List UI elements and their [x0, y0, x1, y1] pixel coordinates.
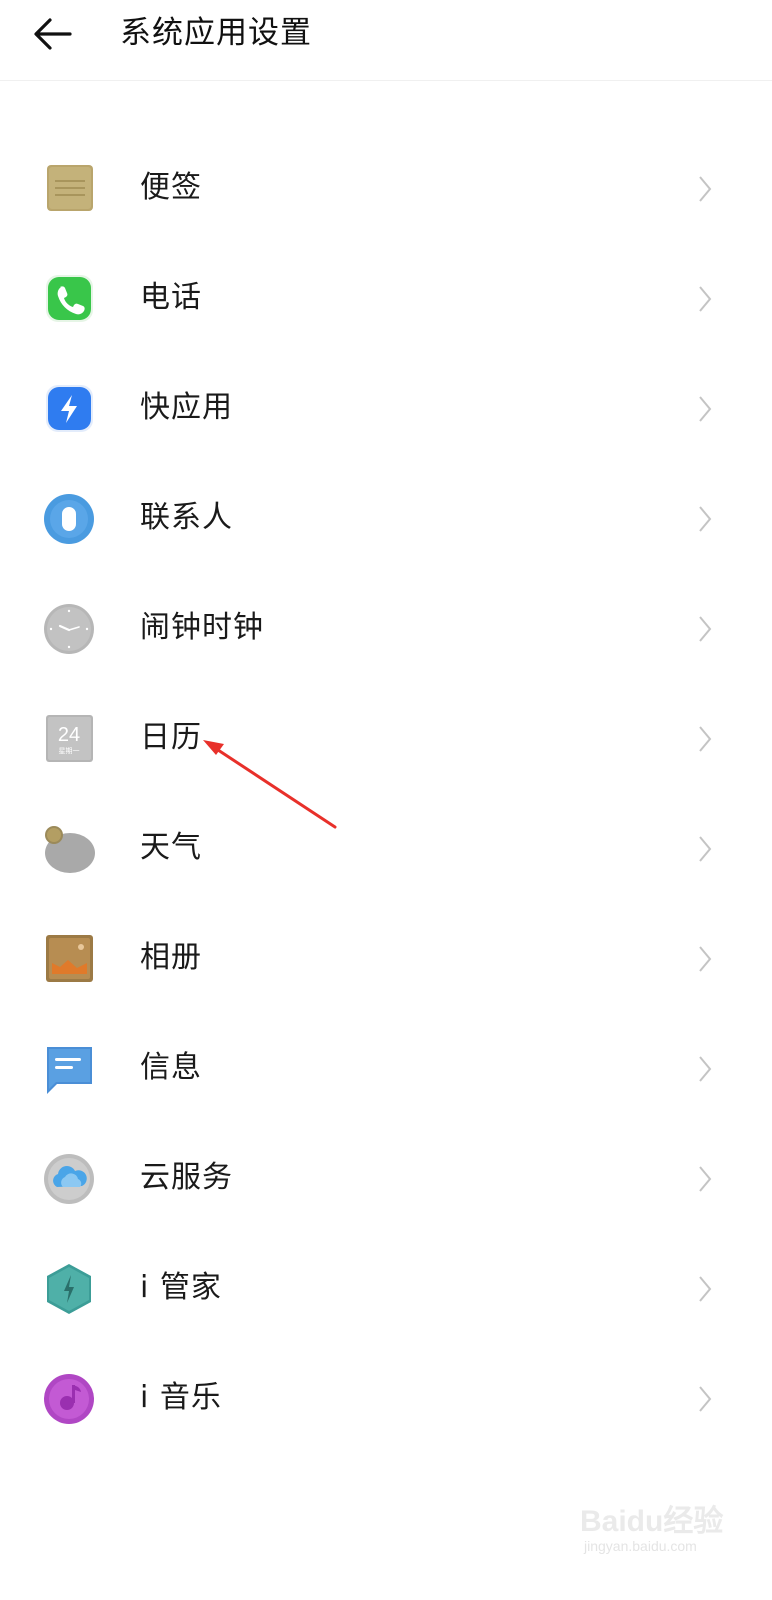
chevron-right-icon [699, 1386, 712, 1412]
list-item-i-music[interactable]: i 音乐 [0, 1344, 772, 1454]
messages-icon [43, 1043, 95, 1095]
chevron-right-icon [699, 1056, 712, 1082]
list-item-i-manager[interactable]: i 管家 [0, 1234, 772, 1344]
list-item-label: 联系人 [140, 500, 233, 535]
chevron-right-icon [699, 176, 712, 202]
list-item-messages[interactable]: 信息 [0, 1014, 772, 1124]
watermark-main: Baidu经验 [580, 1505, 724, 1538]
list-item-clock[interactable]: 闹钟时钟 [0, 574, 772, 684]
gallery-icon [43, 933, 95, 985]
page-title: 系统应用设置 [120, 15, 312, 51]
chevron-right-icon [699, 506, 712, 532]
phone-icon [43, 273, 95, 325]
list-item-weather[interactable]: 天气 [0, 794, 772, 904]
list-item-calendar[interactable]: 24 星期一 日历 [0, 684, 772, 794]
calendar-icon-day: 24 [58, 724, 80, 746]
chevron-right-icon [699, 286, 712, 312]
list-item-notes[interactable]: 便签 [0, 134, 772, 244]
clock-icon [43, 603, 95, 655]
list-item-label: 闹钟时钟 [140, 610, 264, 645]
list-item-label: 天气 [140, 830, 202, 865]
chevron-right-icon [699, 616, 712, 642]
chevron-right-icon [699, 1166, 712, 1192]
list-item-label: i 管家 [140, 1270, 222, 1305]
watermark-sub: jingyan.baidu.com [584, 1538, 697, 1554]
list-item-label: i 音乐 [140, 1380, 222, 1415]
list-item-label: 快应用 [140, 390, 233, 425]
list-item-label: 相册 [140, 940, 202, 975]
list-item-quick-app[interactable]: 快应用 [0, 354, 772, 464]
calendar-icon: 24 星期一 [43, 713, 95, 765]
list-item-label: 云服务 [140, 1160, 233, 1195]
app-list: 便签 电话 快应用 联系人 闹钟时钟 24 星期一 日历 天气 相册 信息 云服… [0, 134, 772, 1454]
list-item-label: 便签 [140, 170, 202, 205]
contacts-icon [43, 493, 95, 545]
list-item-gallery[interactable]: 相册 [0, 904, 772, 1014]
app-settings-screen: 系统应用设置 便签 电话 快应用 联系人 闹钟时钟 24 星期一 日历 天气 相… [0, 0, 772, 1600]
list-item-label: 日历 [140, 720, 202, 755]
weather-icon [43, 823, 95, 875]
baidu-jingyan-watermark: Baidu经验 jingyan.baidu.com [578, 1488, 738, 1568]
back-arrow-icon[interactable] [32, 17, 72, 51]
i-music-icon [43, 1373, 95, 1425]
list-item-label: 电话 [140, 280, 202, 315]
quick-app-icon [43, 383, 95, 435]
top-bar: 系统应用设置 [0, 0, 772, 81]
notes-icon [43, 163, 95, 215]
list-item-cloud-service[interactable]: 云服务 [0, 1124, 772, 1234]
chevron-right-icon [699, 1276, 712, 1302]
list-item-label: 信息 [140, 1050, 202, 1085]
chevron-right-icon [699, 946, 712, 972]
cloud-service-icon [43, 1153, 95, 1205]
chevron-right-icon [699, 726, 712, 752]
list-item-contacts[interactable]: 联系人 [0, 464, 772, 574]
i-manager-icon [43, 1263, 95, 1315]
chevron-right-icon [699, 396, 712, 422]
chevron-right-icon [699, 836, 712, 862]
back-button[interactable] [26, 10, 78, 58]
list-item-phone[interactable]: 电话 [0, 244, 772, 354]
calendar-icon-weekday: 星期一 [59, 747, 80, 755]
